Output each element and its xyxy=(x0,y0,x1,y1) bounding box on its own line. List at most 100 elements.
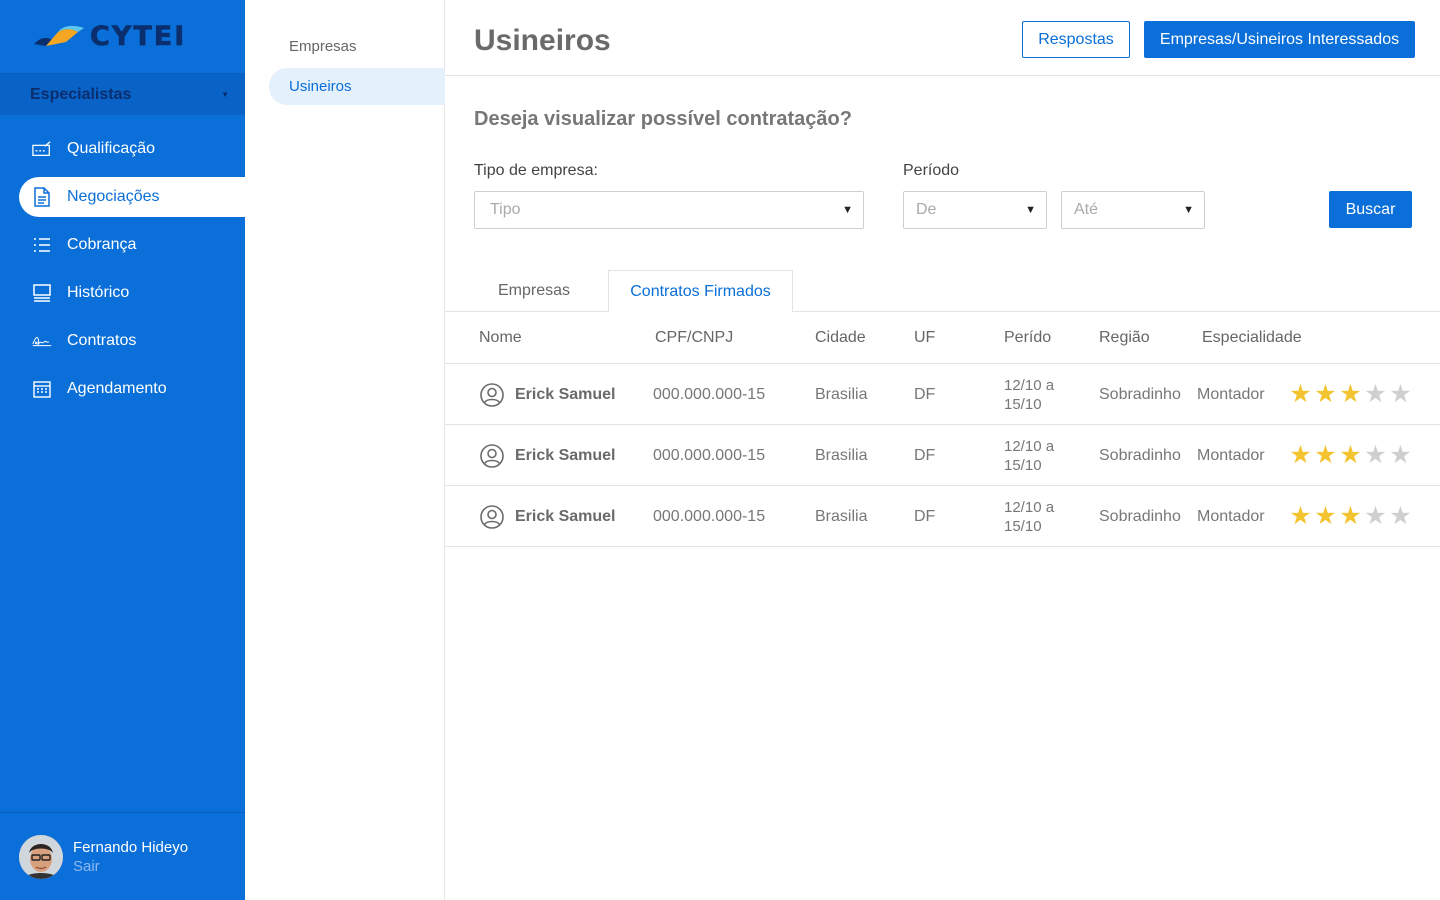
brand-logo-icon xyxy=(34,25,84,46)
main-content: Usineiros Respostas Empresas/Usineiros I… xyxy=(445,0,1440,900)
avatar[interactable] xyxy=(19,834,63,879)
star-empty-icon[interactable]: ★ xyxy=(1363,382,1388,407)
column-header-cidade[interactable]: Cidade xyxy=(815,312,866,364)
sidebar-item-historico[interactable]: Histórico xyxy=(0,273,245,313)
row-uf: DF xyxy=(914,507,936,525)
row-cidade: Brasilia xyxy=(815,507,868,525)
sidebar-nav: Qualificação Negociações Cobrança Histór… xyxy=(0,129,245,409)
history-icon xyxy=(32,283,52,303)
tab-contratos-firmados[interactable]: Contratos Firmados xyxy=(608,270,793,313)
star-empty-icon[interactable]: ★ xyxy=(1388,382,1413,407)
sidebar-item-label: Contratos xyxy=(67,332,137,349)
brand-name: CYTEI xyxy=(90,21,187,53)
logout-link[interactable]: Sair xyxy=(73,858,188,875)
sidebar-item-negociacoes[interactable]: Negociações xyxy=(19,177,245,217)
sidebar-item-contratos[interactable]: Contratos xyxy=(0,321,245,361)
star-filled-icon[interactable]: ★ xyxy=(1313,443,1338,468)
table-header: Nome CPF/CNPJ Cidade UF Perído Região Es… xyxy=(445,312,1440,364)
respostas-button[interactable]: Respostas xyxy=(1022,21,1130,58)
star-filled-icon[interactable]: ★ xyxy=(1313,382,1338,407)
dropdown-arrow-icon: ▼ xyxy=(1183,204,1194,216)
table-row[interactable]: Erick Samuel 000.000.000-15 Brasilia DF … xyxy=(445,425,1440,486)
star-filled-icon[interactable]: ★ xyxy=(1288,443,1313,468)
subnav-item-empresas[interactable]: Empresas xyxy=(269,28,445,65)
column-header-uf[interactable]: UF xyxy=(914,312,935,364)
row-periodo-end: 15/10 xyxy=(1004,456,1042,474)
sidebar-item-agendamento[interactable]: Agendamento xyxy=(0,369,245,409)
row-regiao: Sobradinho xyxy=(1099,385,1181,403)
row-nome: Erick Samuel xyxy=(515,446,616,464)
sidebar-item-label: Negociações xyxy=(67,188,160,205)
document-icon xyxy=(32,187,52,207)
row-periodo: 12/10 a 15/10 xyxy=(1004,364,1054,425)
column-header-nome[interactable]: Nome xyxy=(479,312,522,364)
rating-stars[interactable]: ★ ★ ★ ★ ★ xyxy=(1288,382,1413,407)
signature-icon xyxy=(32,331,52,351)
qualification-icon xyxy=(32,139,52,159)
brand-logo[interactable]: CYTEI xyxy=(0,0,245,74)
ate-select[interactable]: Até ▼ xyxy=(1061,191,1205,229)
user-name: Fernando Hideyo xyxy=(73,838,189,856)
tipo-label: Tipo de empresa: xyxy=(474,162,598,179)
tab-empresas[interactable]: Empresas xyxy=(474,270,594,312)
page-header: Usineiros Respostas Empresas/Usineiros I… xyxy=(445,0,1440,76)
periodo-label: Período xyxy=(903,162,960,179)
row-cpf: 000.000.000-15 xyxy=(653,507,766,525)
rating-stars[interactable]: ★ ★ ★ ★ ★ xyxy=(1288,504,1413,529)
table-row[interactable]: Erick Samuel 000.000.000-15 Brasilia DF … xyxy=(445,486,1440,547)
row-especialidade: Montador xyxy=(1197,385,1265,403)
row-cpf: 000.000.000-15 xyxy=(653,446,766,464)
tabs: Empresas Contratos Firmados xyxy=(445,270,1440,313)
tipo-select-placeholder: Tipo xyxy=(490,201,521,218)
star-empty-icon[interactable]: ★ xyxy=(1388,504,1413,529)
star-empty-icon[interactable]: ★ xyxy=(1388,443,1413,468)
sidebar-item-cobranca[interactable]: Cobrança xyxy=(0,225,245,265)
star-filled-icon[interactable]: ★ xyxy=(1313,504,1338,529)
star-filled-icon[interactable]: ★ xyxy=(1288,382,1313,407)
ate-select-placeholder: Até xyxy=(1074,201,1099,218)
star-filled-icon[interactable]: ★ xyxy=(1338,443,1363,468)
star-filled-icon[interactable]: ★ xyxy=(1288,504,1313,529)
sidebar-item-qualificacao[interactable]: Qualificação xyxy=(0,129,245,169)
row-periodo: 12/10 a 15/10 xyxy=(1004,486,1054,547)
dropdown-arrow-icon: ▼ xyxy=(1025,204,1036,216)
row-nome: Erick Samuel xyxy=(515,507,616,525)
de-select-placeholder: De xyxy=(916,201,937,218)
star-empty-icon[interactable]: ★ xyxy=(1363,504,1388,529)
tipo-select[interactable]: Tipo ▼ xyxy=(474,191,864,229)
subnav-item-usineiros[interactable]: Usineiros xyxy=(269,68,445,105)
column-header-cpf[interactable]: CPF/CNPJ xyxy=(655,312,733,364)
section-dropdown-label: Especialistas xyxy=(30,85,132,103)
caret-down-icon: ▼ xyxy=(221,90,229,99)
row-cpf: 000.000.000-15 xyxy=(653,385,766,403)
de-select[interactable]: De ▼ xyxy=(903,191,1047,229)
interessados-button[interactable]: Empresas/Usineiros Interessados xyxy=(1144,21,1415,58)
column-header-especialidade[interactable]: Especialidade xyxy=(1202,312,1302,364)
list-icon xyxy=(32,235,52,255)
rating-stars[interactable]: ★ ★ ★ ★ ★ xyxy=(1288,443,1413,468)
row-cidade: Brasilia xyxy=(815,385,868,403)
row-periodo-start: 12/10 a xyxy=(1004,376,1055,394)
filter-question: Deseja visualizar possível contratação? xyxy=(474,108,852,130)
star-filled-icon[interactable]: ★ xyxy=(1338,382,1363,407)
row-periodo-end: 15/10 xyxy=(1004,395,1042,413)
section-dropdown[interactable]: Especialistas ▼ xyxy=(0,74,245,115)
user-circle-icon xyxy=(480,383,504,407)
star-empty-icon[interactable]: ★ xyxy=(1363,443,1388,468)
row-especialidade: Montador xyxy=(1197,446,1265,464)
star-filled-icon[interactable]: ★ xyxy=(1338,504,1363,529)
page-title: Usineiros xyxy=(474,24,611,57)
row-nome: Erick Samuel xyxy=(515,385,616,403)
row-cidade: Brasilia xyxy=(815,446,868,464)
dropdown-arrow-icon: ▼ xyxy=(842,204,853,216)
table-row[interactable]: Erick Samuel 000.000.000-15 Brasilia DF … xyxy=(445,364,1440,425)
user-circle-icon xyxy=(480,444,504,468)
column-header-periodo[interactable]: Perído xyxy=(1004,312,1051,364)
subnav: Empresas Usineiros xyxy=(245,0,445,900)
row-periodo-end: 15/10 xyxy=(1004,517,1042,535)
sidebar-item-label: Qualificação xyxy=(67,140,156,157)
buscar-button[interactable]: Buscar xyxy=(1329,191,1412,228)
row-regiao: Sobradinho xyxy=(1099,507,1181,525)
row-uf: DF xyxy=(914,385,936,403)
column-header-regiao[interactable]: Região xyxy=(1099,312,1150,364)
